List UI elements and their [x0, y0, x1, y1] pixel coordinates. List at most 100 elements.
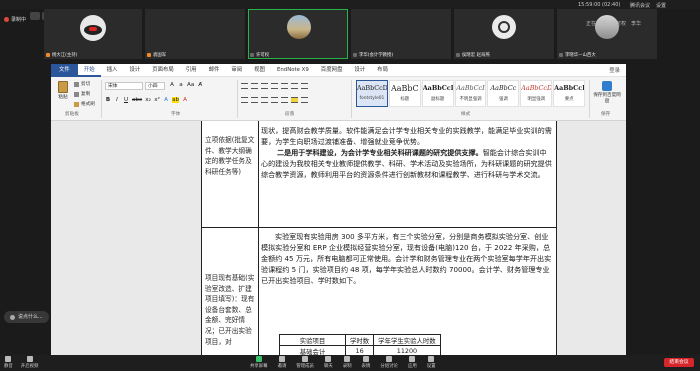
highlight-icon[interactable]: ab	[172, 97, 180, 103]
tab-mailings[interactable]: 邮件	[203, 64, 226, 77]
chat-input-toast[interactable]: 说点什么...	[4, 311, 49, 323]
share-screen-button[interactable]: 共享屏幕	[250, 356, 268, 369]
participant-tile[interactable]: 许可权	[248, 9, 348, 59]
italic-icon[interactable]: I	[114, 97, 120, 103]
top-menu-item-1[interactable]: 设置	[656, 2, 666, 9]
tab-endnote[interactable]: EndNote X9	[271, 64, 315, 77]
subscript-icon[interactable]: x₂	[145, 97, 151, 103]
superscript-icon[interactable]: x²	[154, 97, 160, 103]
camera-icon	[26, 356, 33, 362]
change-case-icon[interactable]: Aa	[187, 82, 194, 88]
style-card[interactable]: AaBbCcD 要点	[553, 80, 586, 107]
copy-label: 复制	[81, 92, 91, 97]
copy-button[interactable]: 复制	[74, 91, 90, 97]
participant-name: 李晓华—山西大	[565, 53, 596, 58]
gallery-view-icon[interactable]	[30, 12, 40, 20]
bold-icon[interactable]: B	[105, 97, 111, 103]
font-color-icon[interactable]: A	[182, 97, 188, 103]
table-header: 学年学生实验人时数	[373, 334, 441, 346]
show-marks-icon[interactable]	[301, 83, 308, 89]
video-label: 开启视频	[20, 364, 39, 369]
grow-font-icon[interactable]: A	[169, 82, 175, 88]
participant-tile[interactable]: 李晓华—山西大	[557, 9, 657, 59]
clear-format-icon[interactable]: A̸	[197, 82, 203, 88]
record-button[interactable]: 录制	[343, 356, 352, 369]
participant-tile[interactable]: 袁国军	[145, 9, 245, 59]
toolbar-label: 聊天	[323, 364, 333, 369]
recording-indicator[interactable]: 录制中	[4, 14, 26, 24]
participant-tile[interactable]: 杨大江(主持)	[44, 9, 142, 59]
style-card[interactable]: AaBbCcDc fontstyle01	[356, 80, 388, 107]
document-page[interactable]: 立项依据(批复文件、教学大纲确定的教学任务及科研任务等) 现状，提高财会教学质量…	[201, 121, 557, 355]
participant-tile[interactable]: 李华(会计学教授)	[351, 9, 451, 59]
group-label-font: 字体	[171, 112, 181, 117]
text-effects-icon[interactable]: A	[163, 97, 169, 103]
tab-table-layout[interactable]: 布局	[371, 64, 394, 77]
top-right-menu: 腾讯会议 设置	[630, 2, 666, 9]
paste-label: 粘贴	[58, 95, 68, 100]
borders-icon[interactable]	[301, 97, 308, 103]
paste-button[interactable]: 粘贴	[55, 81, 71, 100]
document-area[interactable]: 立项依据(批复文件、教学大纲确定的教学任务及科研任务等) 现状，提高财会教学质量…	[51, 121, 626, 355]
cut-button[interactable]: 剪切	[74, 81, 90, 87]
align-center-icon[interactable]	[251, 97, 258, 103]
multilevel-list-icon[interactable]	[261, 83, 268, 89]
tab-view[interactable]: 视图	[248, 64, 271, 77]
tab-design[interactable]: 设计	[123, 64, 146, 77]
emoji-button[interactable]: 表情	[362, 356, 370, 369]
tab-review[interactable]: 审阅	[225, 64, 248, 77]
increase-indent-icon[interactable]	[281, 83, 288, 89]
font-name-select[interactable]: 宋体	[105, 82, 143, 90]
tab-table-design[interactable]: 设计	[348, 64, 371, 77]
format-painter-button[interactable]: 格式刷	[74, 101, 95, 107]
meeting-toolbar: 静音 开启视频 共享屏幕 邀请 管理成员 聊天 录制 表情 分组讨论 应用 设置…	[0, 355, 700, 371]
tab-baidu-netdisk[interactable]: 百度网盘	[315, 64, 349, 77]
justify-icon[interactable]	[271, 97, 278, 103]
font-size-select[interactable]: 小四	[145, 82, 165, 90]
participant-tile[interactable]: 侯晓宏 赵海燕	[454, 9, 554, 59]
sort-icon[interactable]	[291, 83, 298, 89]
tab-file[interactable]: 文件	[51, 64, 78, 77]
tab-references[interactable]: 引用	[180, 64, 203, 77]
style-card[interactable]: AaBbCcI 副标题	[421, 80, 454, 107]
tab-page-layout[interactable]: 页面布局	[146, 64, 180, 77]
save-to-netdisk-button[interactable]: 保存到百度网盘	[593, 81, 621, 104]
video-button[interactable]: 开启视频	[20, 356, 39, 369]
chat-button[interactable]: 聊天	[324, 356, 333, 369]
mic-icon	[46, 53, 50, 57]
invite-button[interactable]: 邀请	[278, 356, 286, 369]
toolbar-left: 静音 开启视频	[4, 356, 38, 369]
style-preview: AaBbCcI	[456, 84, 485, 92]
top-menu-item-0[interactable]: 腾讯会议	[630, 2, 650, 9]
login-link[interactable]: 登录	[609, 66, 626, 74]
breakout-button[interactable]: 分组讨论	[380, 356, 398, 369]
share-info-1: 许可权	[611, 21, 627, 27]
manage-members-button[interactable]: 管理成员	[296, 356, 314, 369]
apps-button[interactable]: 应用	[408, 356, 417, 369]
table-row: 基础会计 16 11200	[279, 345, 441, 355]
line-spacing-icon[interactable]	[281, 97, 288, 103]
style-card[interactable]: AaBbCc 强调	[487, 80, 520, 107]
bullets-icon[interactable]	[241, 83, 248, 89]
decrease-indent-icon[interactable]	[271, 83, 278, 89]
shrink-font-icon[interactable]: a	[178, 82, 184, 88]
style-card[interactable]: AaBbC 标题	[388, 80, 421, 107]
align-right-icon[interactable]	[261, 97, 268, 103]
style-card[interactable]: AaBbCcDc 明显强调	[520, 80, 553, 107]
align-left-icon[interactable]	[241, 97, 248, 103]
mute-button[interactable]: 静音	[4, 356, 13, 369]
end-meeting-button[interactable]: 结束会议	[664, 358, 694, 367]
brush-icon	[74, 101, 79, 107]
recording-label: 录制中	[11, 16, 27, 23]
tab-insert[interactable]: 插入	[101, 64, 124, 77]
gear-icon	[428, 356, 435, 362]
numbering-icon[interactable]	[251, 83, 258, 89]
style-card[interactable]: AaBbCcI 不明显强调	[454, 80, 487, 107]
shading-icon[interactable]	[291, 97, 298, 103]
tab-home[interactable]: 开始	[77, 64, 101, 77]
group-label-paragraph: 段落	[285, 112, 295, 117]
underline-icon[interactable]: U	[123, 97, 129, 103]
settings-button[interactable]: 设置	[427, 356, 436, 369]
strikethrough-icon[interactable]: abc	[132, 97, 142, 103]
font-format-tools: B I U abc x₂ x² A ab A	[105, 97, 188, 103]
